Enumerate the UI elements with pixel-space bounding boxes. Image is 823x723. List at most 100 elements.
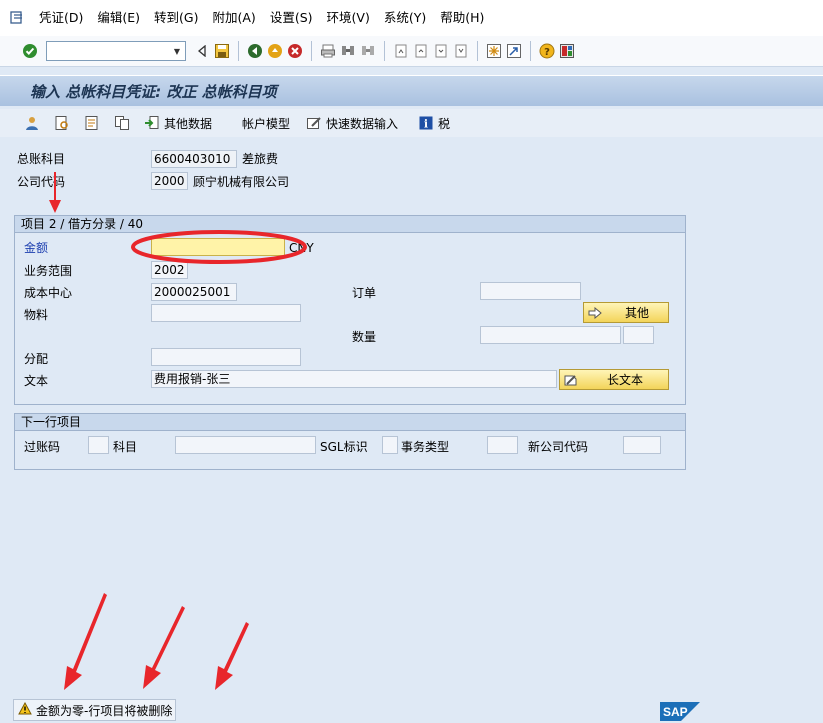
menu-environment[interactable]: 环境(V) bbox=[322, 0, 379, 36]
next-page-icon[interactable] bbox=[431, 41, 451, 61]
info-icon: i bbox=[416, 113, 436, 133]
exit-icon[interactable] bbox=[265, 41, 285, 61]
quantity-unit-field[interactable] bbox=[623, 326, 654, 344]
material-label: 物料 bbox=[24, 308, 49, 322]
first-page-icon[interactable] bbox=[391, 41, 411, 61]
arrow-right-icon bbox=[584, 306, 606, 319]
back-icon[interactable] bbox=[245, 41, 265, 61]
business-area-field[interactable]: 2002 bbox=[151, 261, 188, 279]
toolbar-separator bbox=[477, 41, 478, 61]
copy-pages-icon bbox=[112, 113, 132, 133]
document-search-icon bbox=[52, 113, 72, 133]
shortcut-icon[interactable] bbox=[504, 41, 524, 61]
system-menu-icon[interactable] bbox=[0, 0, 34, 36]
long-text-button-label: 长文本 bbox=[606, 373, 643, 387]
menu-bar: 凭证(D) 编辑(E) 转到(G) 附加(A) 设置(S) 环境(V) 系统(Y… bbox=[0, 0, 823, 36]
gl-account-label: 总账科目 bbox=[17, 152, 66, 166]
sap-logo: SAP bbox=[660, 702, 700, 721]
other-button-label: 其他 bbox=[624, 306, 649, 320]
tax-button[interactable]: i 税 bbox=[416, 113, 450, 133]
status-bar[interactable]: 金额为零-行项目将被删除 bbox=[13, 699, 176, 721]
menu-goto[interactable]: 转到(G) bbox=[149, 0, 207, 36]
system-toolbar: ▼ ? bbox=[0, 36, 823, 67]
arrow-document-icon bbox=[142, 113, 162, 133]
warning-icon bbox=[18, 701, 32, 718]
command-field[interactable]: ▼ bbox=[46, 41, 186, 61]
other-data-button[interactable]: 其他数据 bbox=[142, 113, 212, 133]
amount-input[interactable] bbox=[151, 238, 285, 256]
title-bar: 输入 总帐科目凭证: 改正 总帐科目项 bbox=[0, 75, 823, 106]
posting-key-field[interactable] bbox=[88, 436, 109, 454]
order-field[interactable] bbox=[480, 282, 581, 300]
svg-text:?: ? bbox=[544, 47, 550, 58]
gl-account-text: 差旅费 bbox=[242, 152, 279, 166]
menu-settings[interactable]: 设置(S) bbox=[265, 0, 322, 36]
cost-center-label: 成本中心 bbox=[24, 286, 73, 300]
toolbar-separator bbox=[384, 41, 385, 61]
new-session-icon[interactable] bbox=[484, 41, 504, 61]
other-data-label: 其他数据 bbox=[164, 116, 213, 131]
menu-document[interactable]: 凭证(D) bbox=[34, 0, 92, 36]
dropdown-arrow-icon[interactable]: ▼ bbox=[169, 42, 185, 60]
back-triangle-icon[interactable] bbox=[192, 41, 212, 61]
document-list-icon bbox=[82, 113, 102, 133]
save-icon[interactable] bbox=[212, 41, 232, 61]
assignment-label: 分配 bbox=[24, 352, 49, 366]
menu-help[interactable]: 帮助(H) bbox=[435, 0, 493, 36]
page-title: 输入 总帐科目凭证: 改正 总帐科目项 bbox=[30, 83, 277, 101]
cancel-icon[interactable] bbox=[285, 41, 305, 61]
pencil-note-icon bbox=[560, 373, 582, 387]
status-message: 金额为零-行项目将被删除 bbox=[36, 703, 173, 718]
tax-label: 税 bbox=[438, 116, 451, 131]
text-field[interactable]: 费用报销-张三 bbox=[151, 370, 557, 388]
order-label: 订单 bbox=[352, 286, 377, 300]
transaction-type-field[interactable] bbox=[487, 436, 518, 454]
long-text-button[interactable]: 长文本 bbox=[559, 369, 669, 390]
sgl-field[interactable] bbox=[382, 436, 398, 454]
quantity-field[interactable] bbox=[480, 326, 621, 344]
company-code-field[interactable]: 2000 bbox=[151, 172, 188, 190]
gl-account-field[interactable]: 6600403010 bbox=[151, 150, 237, 168]
find-icon[interactable] bbox=[338, 41, 358, 61]
toolbar-separator bbox=[238, 41, 239, 61]
annotation-arrow-right bbox=[215, 622, 249, 690]
sap-logo-text: SAP bbox=[663, 705, 688, 719]
help-icon[interactable]: ? bbox=[537, 41, 557, 61]
transaction-type-label: 事务类型 bbox=[401, 440, 450, 454]
layout-menu-icon[interactable] bbox=[557, 41, 577, 61]
other-button[interactable]: 其他 bbox=[583, 302, 669, 323]
account-field[interactable] bbox=[175, 436, 316, 454]
toolbar-separator bbox=[530, 41, 531, 61]
fiscal-year-icon-button[interactable] bbox=[22, 113, 44, 133]
person-hierarchy-icon bbox=[22, 113, 42, 133]
find-next-icon[interactable] bbox=[358, 41, 378, 61]
menu-edit[interactable]: 编辑(E) bbox=[92, 0, 149, 36]
new-company-field[interactable] bbox=[623, 436, 661, 454]
material-field[interactable] bbox=[151, 304, 301, 322]
print-icon[interactable] bbox=[318, 41, 338, 61]
toolbar-separator bbox=[311, 41, 312, 61]
menu-system[interactable]: 系统(Y) bbox=[379, 0, 435, 36]
pencil-form-icon bbox=[304, 113, 324, 133]
item-group-title: 项目 2 / 借方分录 / 40 bbox=[15, 216, 685, 233]
company-code-text: 顾宁机械有限公司 bbox=[193, 175, 290, 189]
fast-entry-button[interactable]: 快速数据输入 bbox=[304, 113, 398, 133]
cost-center-field[interactable]: 2000025001 bbox=[151, 283, 237, 301]
copy-icon-button[interactable] bbox=[112, 113, 134, 133]
text-label: 文本 bbox=[24, 374, 49, 388]
display-document-icon-button[interactable] bbox=[52, 113, 74, 133]
account-model-button[interactable]: 帐户模型 bbox=[242, 115, 290, 132]
document-overview-icon-button[interactable] bbox=[82, 113, 104, 133]
svg-text:i: i bbox=[424, 118, 428, 131]
currency-text: CNY bbox=[289, 241, 314, 255]
prev-page-icon[interactable] bbox=[411, 41, 431, 61]
last-page-icon[interactable] bbox=[451, 41, 471, 61]
enter-check-icon[interactable] bbox=[20, 41, 40, 61]
annotation-arrow-middle bbox=[143, 606, 185, 689]
company-code-label: 公司代码 bbox=[17, 175, 66, 189]
sgl-label: SGL标识 bbox=[320, 440, 368, 454]
assignment-field[interactable] bbox=[151, 348, 301, 366]
menu-extras[interactable]: 附加(A) bbox=[208, 0, 265, 36]
annotation-arrow-left bbox=[64, 593, 107, 690]
business-area-label: 业务范围 bbox=[24, 264, 73, 278]
